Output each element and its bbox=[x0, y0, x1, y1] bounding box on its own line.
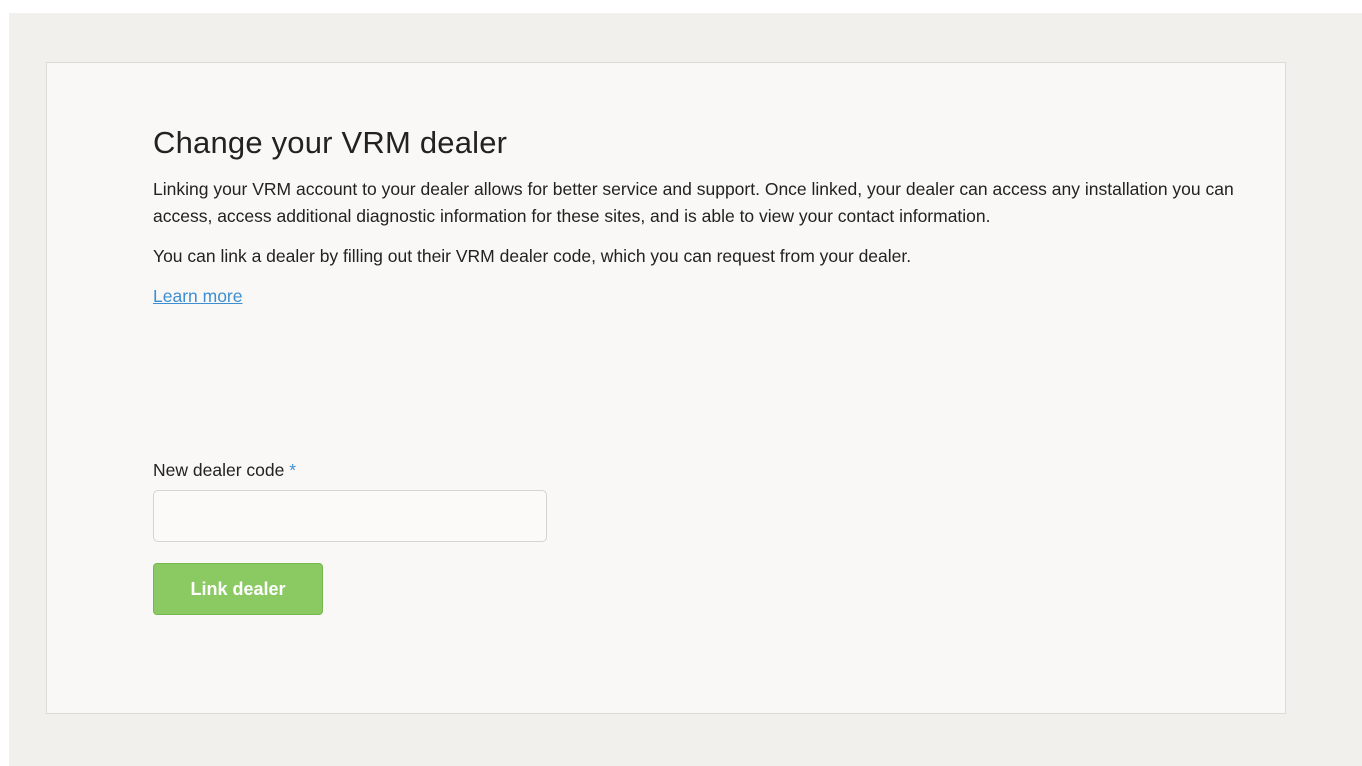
dealer-code-label: New dealer code * bbox=[153, 457, 296, 483]
dealer-card-content: Change your VRM dealer Linking your VRM … bbox=[153, 123, 1253, 615]
page-title: Change your VRM dealer bbox=[153, 125, 508, 160]
required-marker: * bbox=[289, 460, 297, 480]
instruction-paragraph: You can link a dealer by filling out the… bbox=[153, 246, 912, 266]
intro-paragraph: Linking your VRM account to your dealer … bbox=[153, 179, 1234, 226]
learn-more-link[interactable]: Learn more bbox=[153, 283, 243, 310]
link-dealer-button[interactable]: Link dealer bbox=[153, 563, 323, 615]
dealer-code-input[interactable] bbox=[153, 490, 547, 542]
dealer-code-label-text: New dealer code bbox=[153, 460, 285, 480]
dealer-card: Change your VRM dealer Linking your VRM … bbox=[46, 62, 1286, 714]
